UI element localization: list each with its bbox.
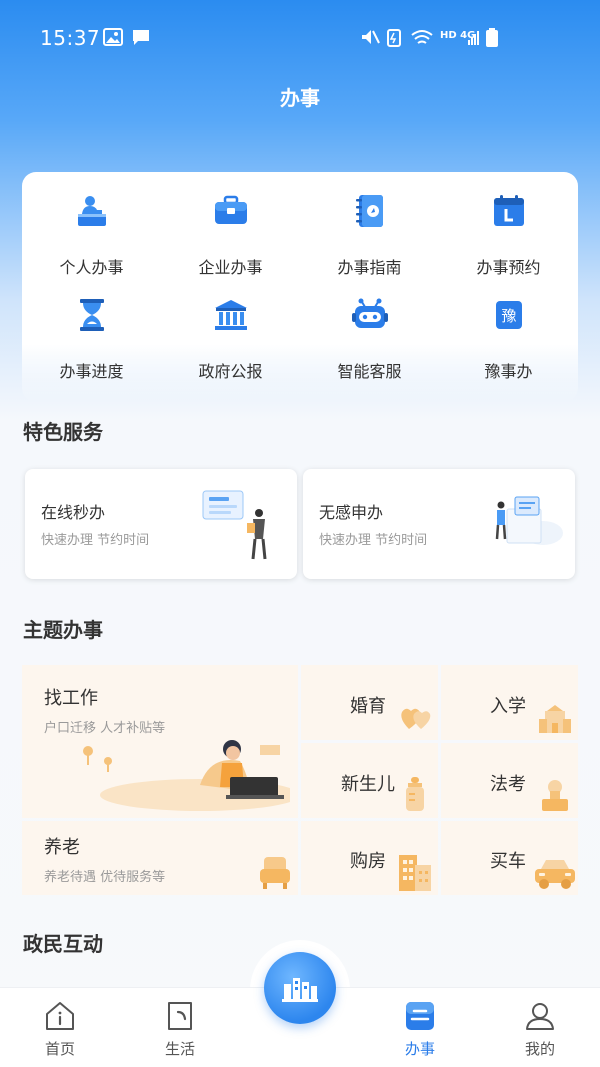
theme-car[interactable]: 买车 <box>441 821 578 895</box>
theme-title: 新生儿 <box>341 774 395 795</box>
service-progress[interactable]: 办事进度 <box>22 276 161 381</box>
center-fab-button[interactable] <box>264 952 336 1024</box>
page-title: 办事 <box>280 86 320 110</box>
service-yushiban[interactable]: 豫 豫事办 <box>439 276 578 381</box>
theme-job[interactable]: 找工作 户口迁移 人才补贴等 <box>22 665 298 818</box>
status-time: 15:37 <box>40 26 101 50</box>
school-icon <box>539 705 571 733</box>
car-icon <box>535 860 575 889</box>
theme-school[interactable]: 入学 <box>441 665 578 740</box>
theme-title: 婚育 <box>350 696 386 717</box>
theme-title: 法考 <box>490 774 526 795</box>
service-chatbot[interactable]: 智能客服 <box>300 276 439 381</box>
service-gazette[interactable]: 政府公报 <box>161 276 300 381</box>
feature-card-instant[interactable]: 在线秒办 快速办理 节约时间 <box>25 469 297 579</box>
nav-life[interactable]: 生活 <box>120 988 240 1067</box>
section-title-featured: 特色服务 <box>23 420 103 444</box>
theme-title: 养老 <box>44 837 80 858</box>
calendar-icon <box>494 195 524 226</box>
section-title-interaction: 政民互动 <box>23 932 103 956</box>
theme-house[interactable]: 购房 <box>301 821 438 895</box>
section-title-themes: 主题办事 <box>23 618 103 642</box>
armchair-icon <box>260 857 290 889</box>
nav-profile[interactable]: 我的 <box>480 988 600 1067</box>
service-guide[interactable]: 办事指南 <box>300 172 439 277</box>
person-screen-illustration <box>202 490 267 560</box>
feature-card-seamless[interactable]: 无感申办 快速办理 节约时间 <box>303 469 575 579</box>
nav-label: 我的 <box>524 1040 555 1058</box>
feature-title: 在线秒办 <box>41 503 106 522</box>
theme-title: 买车 <box>490 851 526 872</box>
theme-elderly[interactable]: 养老 养老待遇 优待服务等 <box>22 821 298 895</box>
document-cloud-illustration <box>495 496 563 545</box>
message-notification-icon <box>133 30 149 45</box>
government-building-icon <box>215 300 247 330</box>
feature-subtitle: 快速办理 节约时间 <box>41 533 150 548</box>
theme-subtitle: 户口迁移 人才补贴等 <box>44 721 166 736</box>
person-desk-icon <box>78 196 106 226</box>
feature-subtitle: 快速办理 节约时间 <box>319 533 428 548</box>
theme-title: 购房 <box>350 851 386 872</box>
hearts-icon <box>401 708 431 729</box>
buildings-icon <box>399 855 431 891</box>
guide-book-icon <box>356 195 383 227</box>
nav-label: 办事 <box>404 1040 435 1058</box>
robot-icon <box>352 298 388 328</box>
affairs-icon <box>406 1002 434 1030</box>
battery-icon <box>486 28 498 47</box>
life-icon <box>168 1002 192 1030</box>
theme-title: 找工作 <box>44 688 98 709</box>
theme-subtitle: 养老待遇 优待服务等 <box>44 870 166 885</box>
gallery-notification-icon <box>103 28 123 46</box>
service-label: 办事预约 <box>476 258 541 277</box>
nav-home[interactable]: 首页 <box>0 988 120 1067</box>
services-grid: 个人办事 企业办事 办事指南 办事预约 办事进度 政府公报 智能客服 豫 豫事办 <box>22 172 578 402</box>
service-label: 办事指南 <box>337 258 402 277</box>
status-bar: 15:37 HD 4G <box>0 0 600 78</box>
theme-newborn[interactable]: 新生儿 <box>301 743 438 818</box>
nav-affairs[interactable]: 办事 <box>360 988 480 1067</box>
theme-marriage[interactable]: 婚育 <box>301 665 438 740</box>
service-label: 办事进度 <box>59 362 124 381</box>
theme-title: 入学 <box>490 696 526 717</box>
nav-label: 生活 <box>164 1040 195 1058</box>
yu-badge-text: 豫 <box>501 307 516 325</box>
battery-saver-icon <box>387 29 401 47</box>
service-appointment[interactable]: 办事预约 <box>439 172 578 277</box>
service-label: 豫事办 <box>484 362 533 381</box>
service-enterprise[interactable]: 企业办事 <box>161 172 300 277</box>
city-buildings-icon <box>282 978 318 1002</box>
profile-icon <box>526 1003 554 1030</box>
theme-law-exam[interactable]: 法考 <box>441 743 578 818</box>
baby-bottle-icon <box>406 777 424 811</box>
service-label: 智能客服 <box>337 362 402 381</box>
exam-seal-icon <box>542 780 568 811</box>
wifi-icon <box>411 30 433 44</box>
signal-icon <box>468 31 479 45</box>
mute-icon <box>362 30 380 44</box>
yu-badge-icon: 豫 <box>496 301 522 329</box>
service-label: 企业办事 <box>198 258 263 277</box>
service-label: 个人办事 <box>59 258 124 277</box>
home-icon <box>46 1002 74 1030</box>
hourglass-icon <box>80 299 104 331</box>
job-seeker-illustration <box>83 740 290 811</box>
service-label: 政府公报 <box>198 362 263 381</box>
briefcase-icon <box>215 195 247 224</box>
feature-title: 无感申办 <box>319 503 384 522</box>
nav-label: 首页 <box>44 1040 75 1058</box>
service-personal[interactable]: 个人办事 <box>22 172 161 277</box>
